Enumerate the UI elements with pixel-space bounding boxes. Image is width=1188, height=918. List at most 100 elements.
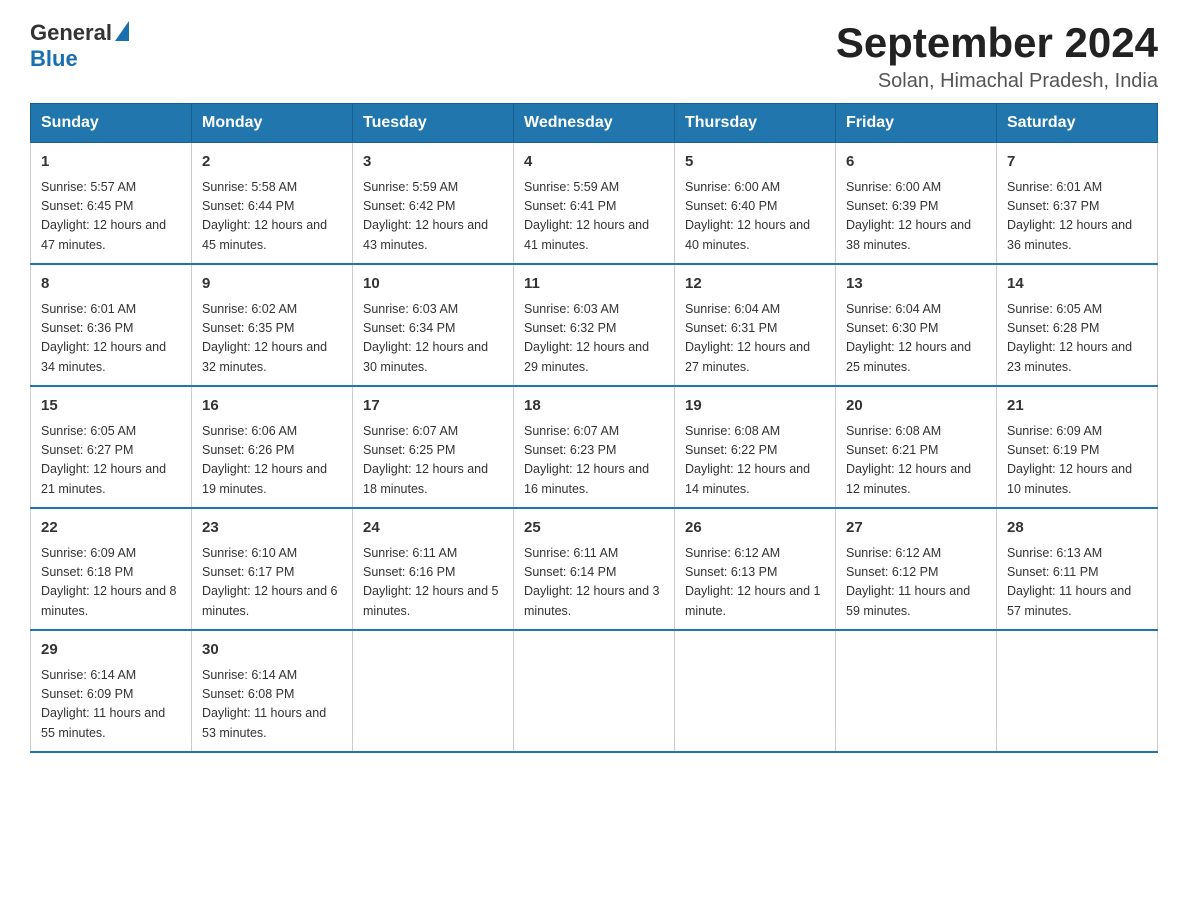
column-header-monday: Monday	[192, 104, 353, 143]
day-info: Sunrise: 6:05 AMSunset: 6:27 PMDaylight:…	[41, 422, 181, 500]
calendar-day-cell: 7 Sunrise: 6:01 AMSunset: 6:37 PMDaylight…	[997, 143, 1158, 265]
calendar-header-row: SundayMondayTuesdayWednesdayThursdayFrid…	[31, 104, 1158, 143]
logo-general-text: General	[30, 20, 112, 46]
day-info: Sunrise: 5:59 AMSunset: 6:42 PMDaylight:…	[363, 178, 503, 256]
day-info: Sunrise: 6:07 AMSunset: 6:25 PMDaylight:…	[363, 422, 503, 500]
day-number: 17	[363, 395, 503, 418]
day-number: 2	[202, 151, 342, 174]
day-info: Sunrise: 6:09 AMSunset: 6:19 PMDaylight:…	[1007, 422, 1147, 500]
day-number: 29	[41, 639, 181, 662]
day-number: 19	[685, 395, 825, 418]
calendar-day-cell: 28 Sunrise: 6:13 AMSunset: 6:11 PMDayligh…	[997, 508, 1158, 630]
day-number: 4	[524, 151, 664, 174]
calendar-day-cell: 22Sunrise: 6:09 AMSunset: 6:18 PMDayligh…	[31, 508, 192, 630]
calendar-day-cell: 3 Sunrise: 5:59 AMSunset: 6:42 PMDaylight…	[353, 143, 514, 265]
calendar-table: SundayMondayTuesdayWednesdayThursdayFrid…	[30, 103, 1158, 753]
day-info: Sunrise: 6:11 AMSunset: 6:16 PMDaylight:…	[363, 544, 503, 622]
day-number: 6	[846, 151, 986, 174]
calendar-day-cell	[353, 630, 514, 752]
day-info: Sunrise: 6:14 AMSunset: 6:09 PMDaylight:…	[41, 666, 181, 744]
day-info: Sunrise: 5:59 AMSunset: 6:41 PMDaylight:…	[524, 178, 664, 256]
day-info: Sunrise: 6:12 AMSunset: 6:12 PMDaylight:…	[846, 544, 986, 622]
calendar-day-cell: 11 Sunrise: 6:03 AMSunset: 6:32 PMDayligh…	[514, 264, 675, 386]
day-number: 11	[524, 273, 664, 296]
calendar-day-cell	[675, 630, 836, 752]
calendar-subtitle: Solan, Himachal Pradesh, India	[836, 70, 1158, 93]
day-info: Sunrise: 6:04 AMSunset: 6:31 PMDaylight:…	[685, 300, 825, 378]
calendar-day-cell: 18 Sunrise: 6:07 AMSunset: 6:23 PMDayligh…	[514, 386, 675, 508]
calendar-week-row: 8 Sunrise: 6:01 AMSunset: 6:36 PMDaylight…	[31, 264, 1158, 386]
calendar-week-row: 22Sunrise: 6:09 AMSunset: 6:18 PMDayligh…	[31, 508, 1158, 630]
day-number: 8	[41, 273, 181, 296]
calendar-day-cell: 26Sunrise: 6:12 AMSunset: 6:13 PMDayligh…	[675, 508, 836, 630]
calendar-day-cell: 2 Sunrise: 5:58 AMSunset: 6:44 PMDaylight…	[192, 143, 353, 265]
day-number: 28	[1007, 517, 1147, 540]
day-info: Sunrise: 6:02 AMSunset: 6:35 PMDaylight:…	[202, 300, 342, 378]
day-info: Sunrise: 6:09 AMSunset: 6:18 PMDaylight:…	[41, 544, 181, 622]
calendar-title: September 2024	[836, 20, 1158, 66]
column-header-thursday: Thursday	[675, 104, 836, 143]
calendar-day-cell: 13Sunrise: 6:04 AMSunset: 6:30 PMDayligh…	[836, 264, 997, 386]
column-header-friday: Friday	[836, 104, 997, 143]
logo-triangle-icon	[115, 21, 129, 41]
column-header-saturday: Saturday	[997, 104, 1158, 143]
day-number: 12	[685, 273, 825, 296]
day-number: 1	[41, 151, 181, 174]
day-info: Sunrise: 6:00 AMSunset: 6:39 PMDaylight:…	[846, 178, 986, 256]
title-area: September 2024 Solan, Himachal Pradesh, …	[836, 20, 1158, 93]
calendar-day-cell: 1 Sunrise: 5:57 AMSunset: 6:45 PMDaylight…	[31, 143, 192, 265]
day-info: Sunrise: 6:05 AMSunset: 6:28 PMDaylight:…	[1007, 300, 1147, 378]
calendar-day-cell: 14 Sunrise: 6:05 AMSunset: 6:28 PMDayligh…	[997, 264, 1158, 386]
column-header-wednesday: Wednesday	[514, 104, 675, 143]
calendar-day-cell: 24 Sunrise: 6:11 AMSunset: 6:16 PMDayligh…	[353, 508, 514, 630]
logo-blue-text: Blue	[30, 46, 78, 71]
day-number: 3	[363, 151, 503, 174]
day-number: 20	[846, 395, 986, 418]
calendar-day-cell: 27Sunrise: 6:12 AMSunset: 6:12 PMDayligh…	[836, 508, 997, 630]
calendar-day-cell: 21Sunrise: 6:09 AMSunset: 6:19 PMDayligh…	[997, 386, 1158, 508]
page-header: General Blue September 2024 Solan, Himac…	[30, 20, 1158, 93]
day-info: Sunrise: 6:10 AMSunset: 6:17 PMDaylight:…	[202, 544, 342, 622]
calendar-day-cell: 8 Sunrise: 6:01 AMSunset: 6:36 PMDaylight…	[31, 264, 192, 386]
day-number: 24	[363, 517, 503, 540]
day-info: Sunrise: 5:57 AMSunset: 6:45 PMDaylight:…	[41, 178, 181, 256]
day-number: 5	[685, 151, 825, 174]
day-info: Sunrise: 6:06 AMSunset: 6:26 PMDaylight:…	[202, 422, 342, 500]
calendar-day-cell: 16 Sunrise: 6:06 AMSunset: 6:26 PMDayligh…	[192, 386, 353, 508]
day-info: Sunrise: 6:08 AMSunset: 6:21 PMDaylight:…	[846, 422, 986, 500]
day-info: Sunrise: 6:13 AMSunset: 6:11 PMDaylight:…	[1007, 544, 1147, 622]
day-info: Sunrise: 6:01 AMSunset: 6:37 PMDaylight:…	[1007, 178, 1147, 256]
column-header-tuesday: Tuesday	[353, 104, 514, 143]
calendar-day-cell: 5 Sunrise: 6:00 AMSunset: 6:40 PMDaylight…	[675, 143, 836, 265]
calendar-day-cell: 30 Sunrise: 6:14 AMSunset: 6:08 PMDayligh…	[192, 630, 353, 752]
calendar-day-cell: 4 Sunrise: 5:59 AMSunset: 6:41 PMDaylight…	[514, 143, 675, 265]
day-info: Sunrise: 6:07 AMSunset: 6:23 PMDaylight:…	[524, 422, 664, 500]
day-number: 10	[363, 273, 503, 296]
calendar-day-cell: 20 Sunrise: 6:08 AMSunset: 6:21 PMDayligh…	[836, 386, 997, 508]
day-number: 14	[1007, 273, 1147, 296]
logo: General Blue	[30, 20, 129, 72]
day-number: 13	[846, 273, 986, 296]
day-info: Sunrise: 5:58 AMSunset: 6:44 PMDaylight:…	[202, 178, 342, 256]
day-info: Sunrise: 6:00 AMSunset: 6:40 PMDaylight:…	[685, 178, 825, 256]
day-number: 25	[524, 517, 664, 540]
day-info: Sunrise: 6:11 AMSunset: 6:14 PMDaylight:…	[524, 544, 664, 622]
column-header-sunday: Sunday	[31, 104, 192, 143]
calendar-day-cell: 15Sunrise: 6:05 AMSunset: 6:27 PMDayligh…	[31, 386, 192, 508]
day-number: 7	[1007, 151, 1147, 174]
calendar-week-row: 29 Sunrise: 6:14 AMSunset: 6:09 PMDayligh…	[31, 630, 1158, 752]
calendar-day-cell: 12 Sunrise: 6:04 AMSunset: 6:31 PMDayligh…	[675, 264, 836, 386]
calendar-week-row: 15Sunrise: 6:05 AMSunset: 6:27 PMDayligh…	[31, 386, 1158, 508]
day-number: 16	[202, 395, 342, 418]
day-info: Sunrise: 6:03 AMSunset: 6:34 PMDaylight:…	[363, 300, 503, 378]
day-number: 30	[202, 639, 342, 662]
day-number: 23	[202, 517, 342, 540]
day-info: Sunrise: 6:01 AMSunset: 6:36 PMDaylight:…	[41, 300, 181, 378]
day-info: Sunrise: 6:03 AMSunset: 6:32 PMDaylight:…	[524, 300, 664, 378]
day-info: Sunrise: 6:14 AMSunset: 6:08 PMDaylight:…	[202, 666, 342, 744]
calendar-day-cell: 10 Sunrise: 6:03 AMSunset: 6:34 PMDayligh…	[353, 264, 514, 386]
day-number: 18	[524, 395, 664, 418]
day-info: Sunrise: 6:08 AMSunset: 6:22 PMDaylight:…	[685, 422, 825, 500]
day-number: 9	[202, 273, 342, 296]
calendar-day-cell: 25 Sunrise: 6:11 AMSunset: 6:14 PMDayligh…	[514, 508, 675, 630]
